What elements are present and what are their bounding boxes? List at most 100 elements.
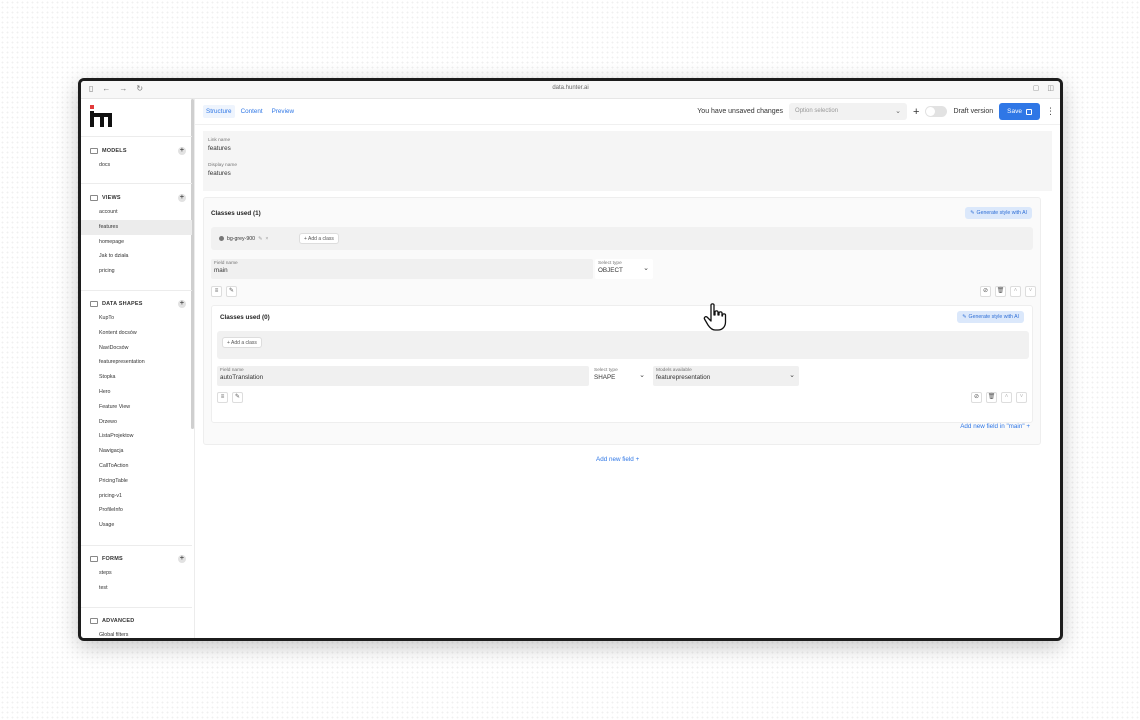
add-model-button[interactable]: + (178, 147, 186, 155)
delete-icon[interactable]: 🗑 (986, 392, 997, 403)
models-icon (90, 148, 98, 154)
move-down-icon[interactable]: ˅ (1016, 392, 1027, 403)
sidebar-item[interactable]: ListaProjektow (81, 429, 192, 444)
add-class-button[interactable]: + Add a class (299, 233, 339, 244)
color-dot-icon (219, 236, 224, 241)
plus-icon: + (1026, 423, 1030, 430)
add-button[interactable]: + (913, 106, 919, 118)
add-view-button[interactable]: + (178, 194, 186, 202)
sidebar-item[interactable]: Kontent docsów (81, 326, 192, 341)
plus-icon: + (635, 456, 640, 463)
tab-preview[interactable]: Preview (269, 105, 297, 118)
draft-label: Draft version (953, 108, 994, 115)
move-up-icon[interactable]: ˄ (1010, 286, 1021, 297)
sidebar-item[interactable]: homepage (81, 235, 192, 250)
sidebar-item[interactable]: Feature View (81, 400, 192, 415)
close-icon[interactable]: × (265, 236, 268, 242)
display-name-label: Display name (208, 163, 238, 168)
sidebar-item[interactable]: Stopka (81, 370, 192, 385)
sidebar-item[interactable]: NaviDocsów (81, 341, 192, 356)
list-icon[interactable]: ≡ (217, 392, 228, 403)
tab-content[interactable]: Content (238, 105, 266, 118)
chevron-down-icon: ⌄ (643, 265, 649, 272)
classes-used-title: Classes used (0) (220, 314, 270, 321)
sidebar-item[interactable]: test (81, 581, 192, 596)
move-down-icon[interactable]: ˅ (1025, 286, 1036, 297)
field-name-input[interactable]: Field name main (211, 259, 593, 279)
generate-style-button[interactable]: ✎ Generate style with AI (965, 207, 1032, 219)
sidebar-item[interactable]: Usage (81, 518, 192, 533)
hide-icon[interactable]: ⊘ (980, 286, 991, 297)
sidebar-item[interactable]: Drzewo (81, 415, 192, 430)
tab-structure[interactable]: Structure (203, 105, 235, 118)
models-available-dropdown[interactable]: Models available featurepresentation ⌄ (653, 366, 799, 386)
sparkle-icon: ✎ (962, 314, 967, 320)
add-form-button[interactable]: + (178, 555, 186, 563)
sidebar-item[interactable]: steps (81, 566, 192, 581)
tabs-icon[interactable]: ◫ (1047, 84, 1054, 92)
browser-bar: ▯ ← → ↻ data.hunter.ai ▢ ◫ (81, 81, 1060, 99)
unsaved-status: You have unsaved changes (697, 108, 784, 115)
class-chip[interactable]: bg-grey-900 ✎ × (219, 233, 268, 244)
link-name-label: Link name (208, 138, 231, 143)
sidebar-item[interactable]: pricing-v1 (81, 489, 192, 504)
link-icon[interactable]: ✎ (226, 286, 237, 297)
link-icon[interactable]: ✎ (232, 392, 243, 403)
hide-icon[interactable]: ⊘ (971, 392, 982, 403)
sidebar-item[interactable]: PricingTable (81, 474, 192, 489)
add-data-shape-button[interactable]: + (178, 300, 186, 308)
sidebar-item[interactable]: docs (81, 158, 192, 173)
sidebar-item-active[interactable]: features (81, 219, 192, 235)
chevron-down-icon: ⌄ (639, 372, 645, 379)
field-name-input[interactable]: Field name autoTranslation (217, 366, 589, 386)
share-icon[interactable]: ▢ (1033, 84, 1040, 92)
sidebar-section-forms: FORMS + steps test (81, 552, 192, 596)
display-name-input[interactable]: features (208, 170, 1047, 177)
sidebar-item[interactable]: KupTo (81, 311, 192, 326)
url-bar[interactable]: data.hunter.ai (552, 85, 588, 91)
select-type-dropdown[interactable]: Select type SHAPE ⌄ (591, 366, 649, 386)
sidebar-item[interactable]: Jak to działa (81, 249, 192, 264)
edit-icon[interactable]: ✎ (258, 236, 262, 242)
classes-bar: bg-grey-900 ✎ × + Add a class (211, 227, 1033, 250)
list-icon[interactable]: ≡ (211, 286, 222, 297)
delete-icon[interactable]: 🗑 (995, 286, 1006, 297)
classes-used-title: Classes used (1) (211, 210, 261, 217)
top-toolbar: Structure Content Preview You have unsav… (195, 99, 1060, 125)
sidebar-item[interactable]: ProfileInfo (81, 503, 192, 518)
advanced-icon (90, 618, 98, 624)
sidebar-item[interactable]: featurepresentation (81, 355, 192, 370)
sidebar-section-models: MODELS + docs (81, 144, 192, 173)
chevron-down-icon: ⌄ (789, 372, 795, 379)
main-field-panel: Classes used (1) ✎ Generate style with AI… (203, 197, 1041, 445)
logo-icon (90, 105, 112, 127)
sidebar-item[interactable]: Global filters (81, 628, 192, 638)
add-new-field-button[interactable]: Add new field + (596, 456, 639, 463)
chevron-down-icon: ⌄ (895, 108, 902, 115)
option-select[interactable]: Option selection ⌄ (789, 103, 908, 120)
add-field-in-main-button[interactable]: Add new field in "main" + (960, 423, 1030, 430)
sidebar: MODELS + docs VIEWS + account features hom… (81, 99, 195, 638)
add-class-button[interactable]: + Add a class (222, 337, 262, 348)
move-up-icon[interactable]: ˄ (1001, 392, 1012, 403)
select-type-dropdown[interactable]: Select type OBJECT ⌄ (595, 259, 653, 279)
sidebar-item[interactable]: account (81, 205, 192, 220)
app-window: ▯ ← → ↻ data.hunter.ai ▢ ◫ MODELS+ docs (78, 78, 1063, 641)
link-name-input[interactable]: features (208, 145, 1047, 152)
sidebar-item[interactable]: Nawigacja (81, 444, 192, 459)
main-content: Structure Content Preview You have unsav… (195, 99, 1060, 638)
draft-toggle[interactable] (925, 106, 948, 117)
classes-bar: + Add a class (217, 331, 1029, 359)
hand-cursor-icon (703, 303, 727, 331)
sidebar-item[interactable]: CallToAction (81, 459, 192, 474)
sidebar-section-views: VIEWS + account features homepage Jak to … (81, 191, 192, 279)
page-meta-fields: Link name features Display name features (203, 131, 1052, 191)
sidebar-section-advanced: ADVANCED Global filters (81, 614, 192, 638)
views-icon (90, 195, 98, 201)
more-menu-icon[interactable]: ⋮ (1046, 106, 1055, 117)
sidebar-section-data-shapes: DATA SHAPES + KupTo Kontent docsów NaviDo… (81, 297, 192, 533)
sidebar-item[interactable]: pricing (81, 264, 192, 279)
sidebar-item[interactable]: Hero (81, 385, 192, 400)
generate-style-button[interactable]: ✎ Generate style with AI (957, 311, 1024, 323)
save-button[interactable]: Save (999, 103, 1040, 120)
